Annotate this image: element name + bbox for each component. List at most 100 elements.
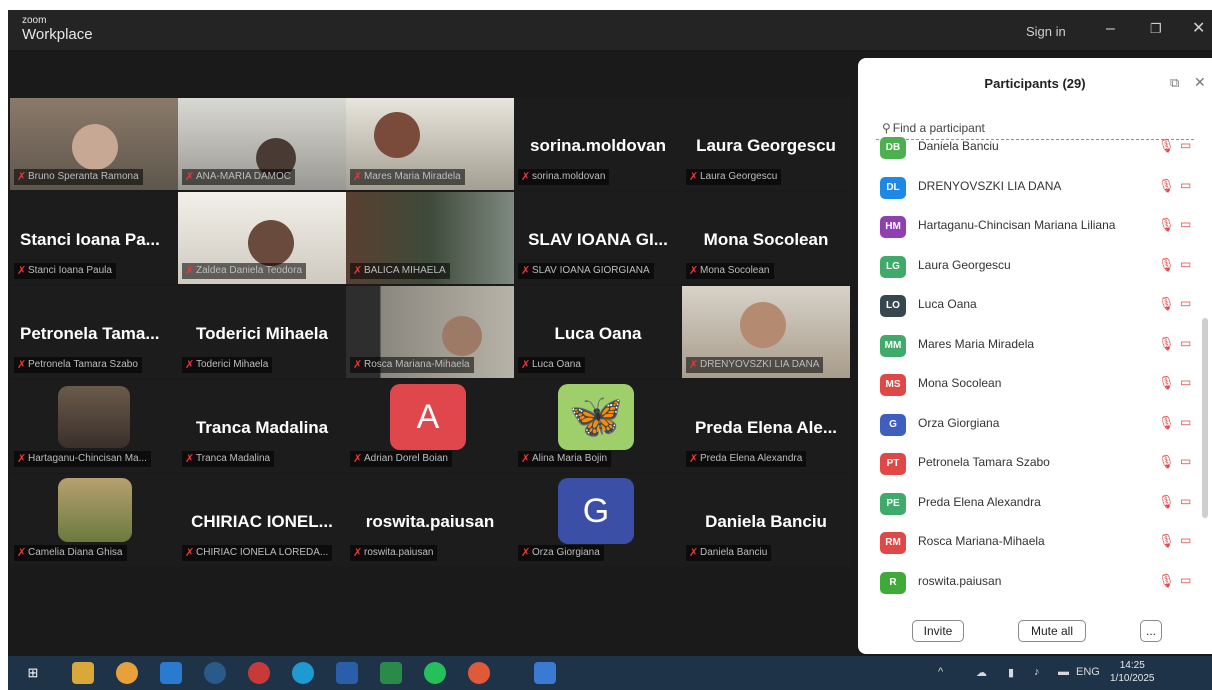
mic-muted-icon[interactable]: 🎙︎: [1158, 336, 1175, 352]
video-tile[interactable]: Luca Oana ✗ Luca Oana: [514, 286, 682, 378]
participant-row[interactable]: Rroswita.paiusan 🎙︎ ▭: [878, 569, 1208, 599]
video-tile[interactable]: Laura Georgescu ✗ Laura Georgescu: [682, 98, 850, 190]
mic-muted-icon[interactable]: 🎙︎: [1158, 454, 1175, 470]
restore-icon[interactable]: ❐: [1150, 20, 1162, 38]
video-off-icon[interactable]: ▭: [1180, 533, 1191, 547]
sign-in-button[interactable]: Sign in: [1026, 24, 1066, 39]
file-explorer-icon[interactable]: [72, 662, 94, 684]
video-off-icon[interactable]: ▭: [1180, 217, 1191, 231]
participant-avatar: R: [880, 571, 906, 594]
taskbar-clock[interactable]: 14:25 1/10/2025: [1110, 659, 1155, 685]
search-placeholder: Find a participant: [892, 121, 985, 135]
outlook-icon[interactable]: [160, 662, 182, 684]
invite-button[interactable]: Invite: [912, 620, 964, 642]
more-options-button[interactable]: ...: [1140, 620, 1162, 642]
mic-muted-icon[interactable]: 🎙︎: [1158, 533, 1175, 549]
video-tile[interactable]: ✗ DRENYOVSZKI LIA DANA: [682, 286, 850, 378]
app-icon[interactable]: [248, 662, 270, 684]
word-icon[interactable]: [336, 662, 358, 684]
video-tile[interactable]: Tranca Madalina ✗ Tranca Madalina: [178, 380, 346, 472]
video-off-icon[interactable]: ▭: [1180, 296, 1191, 310]
video-tile[interactable]: 🦋 ✗ Alina Maria Bojin: [514, 380, 682, 472]
video-tile[interactable]: roswita.paiusan ✗ roswita.paiusan: [346, 474, 514, 566]
mic-muted-icon[interactable]: 🎙︎: [1158, 217, 1175, 233]
video-tile[interactable]: Stanci Ioana Pa... ✗ Stanci Ioana Paula: [10, 192, 178, 284]
participant-row[interactable]: LG Laura Georgescu 🎙︎ ▭: [878, 253, 1208, 283]
participant-row[interactable]: HM Hartaganu-Chincisan Mariana Liliana 🎙︎ ▭: [878, 213, 1208, 243]
video-off-icon[interactable]: ▭: [1180, 573, 1191, 587]
video-tile[interactable]: ✗ BALICA MIHAELA: [346, 192, 514, 284]
excel-icon[interactable]: [380, 662, 402, 684]
mic-muted-icon[interactable]: 🎙︎: [1158, 375, 1175, 391]
app-icon[interactable]: [204, 662, 226, 684]
mic-muted-icon: ✗: [353, 453, 363, 465]
name-label-text: BALICA MIHAELA: [364, 265, 446, 276]
video-tile[interactable]: Mona Socolean ✗ Mona Socolean: [682, 192, 850, 284]
video-off-icon[interactable]: ▭: [1180, 415, 1191, 429]
mic-muted-icon[interactable]: 🎙︎: [1158, 494, 1175, 510]
video-tile-active-speaker[interactable]: ✗ Zaldea Daniela Teodora: [178, 192, 346, 284]
video-off-icon[interactable]: ▭: [1180, 336, 1191, 350]
video-tile[interactable]: ✗ Hartaganu-Chincisan Ma...: [10, 380, 178, 472]
mic-muted-icon[interactable]: 🎙︎: [1158, 415, 1175, 431]
video-tile[interactable]: SLAV IOANA GI... ✗ SLAV IOANA GIORGIANA: [514, 192, 682, 284]
zoom-taskbar-icon[interactable]: [534, 662, 556, 684]
video-tile[interactable]: Preda Elena Ale... ✗ Preda Elena Alexandr…: [682, 380, 850, 472]
mic-muted-icon[interactable]: 🎙︎: [1158, 257, 1175, 273]
participant-row[interactable]: PE Preda Elena Alexandra 🎙︎ ▭: [878, 490, 1208, 520]
video-off-icon[interactable]: ▭: [1180, 178, 1191, 192]
network-icon[interactable]: ▬: [1058, 666, 1069, 678]
participant-row[interactable]: PT Petronela Tamara Szabo 🎙︎ ▭: [878, 450, 1208, 480]
browser-icon[interactable]: [468, 662, 490, 684]
participant-row[interactable]: MS Mona Socolean 🎙︎ ▭: [878, 371, 1208, 401]
participant-name: Hartaganu-Chincisan Mariana Liliana: [918, 218, 1116, 232]
windows-start-icon[interactable]: ⊞: [22, 662, 44, 684]
chrome-icon[interactable]: [116, 662, 138, 684]
video-off-icon[interactable]: ▭: [1180, 138, 1191, 152]
mic-muted-icon[interactable]: 🎙︎: [1158, 178, 1175, 194]
battery-icon[interactable]: ▮: [1008, 666, 1014, 679]
video-tile[interactable]: ✗ Bruno Speranta Ramona: [10, 98, 178, 190]
edge-icon[interactable]: [292, 662, 314, 684]
video-off-icon[interactable]: ▭: [1180, 257, 1191, 271]
mute-all-button[interactable]: Mute all: [1018, 620, 1086, 642]
video-tile[interactable]: A ✗ Adrian Dorel Boian: [346, 380, 514, 472]
name-label-text: Zaldea Daniela Teodora: [196, 265, 303, 276]
video-tile[interactable]: G ✗ Orza Giorgiana: [514, 474, 682, 566]
panel-scrollbar[interactable]: [1202, 318, 1208, 518]
video-tile[interactable]: Petronela Tama... ✗ Petronela Tamara Szab…: [10, 286, 178, 378]
close-panel-icon[interactable]: ✕: [1194, 74, 1206, 91]
participant-row[interactable]: DB Daniela Banciu 🎙︎ ▭: [878, 134, 1208, 164]
participant-row[interactable]: DL DRENYOVSZKI LIA DANA 🎙︎ ▭: [878, 174, 1208, 204]
mic-muted-icon[interactable]: 🎙︎: [1158, 296, 1175, 312]
language-indicator[interactable]: ENG: [1076, 666, 1100, 678]
butterfly-picture: 🦋: [558, 384, 634, 450]
participant-row[interactable]: RM Rosca Mariana-Mihaela 🎙︎ ▭: [878, 529, 1208, 559]
participant-row[interactable]: G Orza Giorgiana 🎙︎ ▭: [878, 411, 1208, 441]
minimize-icon[interactable]: –: [1106, 20, 1115, 38]
video-off-icon[interactable]: ▭: [1180, 375, 1191, 389]
pop-out-icon[interactable]: ⧉: [1170, 75, 1179, 91]
video-tile[interactable]: sorina.moldovan ✗ sorina.moldovan: [514, 98, 682, 190]
close-icon[interactable]: ✕: [1192, 20, 1205, 38]
video-tile[interactable]: ✗ ANA-MARIA DAMOC: [178, 98, 346, 190]
cloud-icon[interactable]: ☁: [976, 666, 987, 679]
participant-avatar: LG: [880, 255, 906, 278]
participant-row[interactable]: LO Luca Oana 🎙︎ ▭: [878, 292, 1208, 322]
video-off-icon[interactable]: ▭: [1180, 454, 1191, 468]
name-label: ✗ Preda Elena Alexandra: [686, 451, 807, 467]
video-tile[interactable]: Toderici Mihaela ✗ Toderici Mihaela: [178, 286, 346, 378]
volume-icon[interactable]: ♪: [1034, 666, 1040, 678]
whatsapp-icon[interactable]: [424, 662, 446, 684]
mic-muted-icon[interactable]: 🎙︎: [1158, 138, 1175, 154]
mic-muted-icon: ✗: [353, 547, 363, 559]
mic-muted-icon[interactable]: 🎙︎: [1158, 573, 1175, 589]
video-tile[interactable]: ✗ Rosca Mariana-Mihaela: [346, 286, 514, 378]
participant-row[interactable]: MM Mares Maria Miradela 🎙︎ ▭: [878, 332, 1208, 362]
video-off-icon[interactable]: ▭: [1180, 494, 1191, 508]
video-tile[interactable]: ✗ Mares Maria Miradela: [346, 98, 514, 190]
video-tile[interactable]: Daniela Banciu ✗ Daniela Banciu: [682, 474, 850, 566]
video-tile[interactable]: ✗ Camelia Diana Ghisa: [10, 474, 178, 566]
video-tile[interactable]: CHIRIAC IONEL... ✗ CHIRIAC IONELA LOREDA.…: [178, 474, 346, 566]
tray-chevron-icon[interactable]: ^: [938, 666, 943, 678]
